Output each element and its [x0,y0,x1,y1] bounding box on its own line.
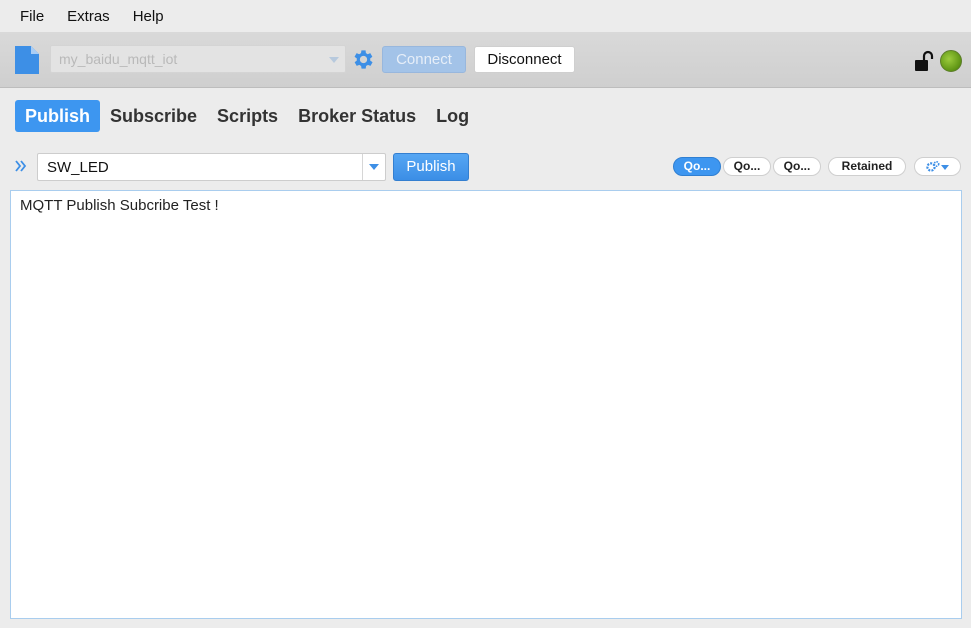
connect-button[interactable]: Connect [382,46,466,73]
menu-help[interactable]: Help [133,8,164,25]
menu-bar: File Extras Help [0,0,971,32]
connection-status-indicator [940,50,962,72]
connection-profile-select[interactable]: my_baidu_mqtt_iot [50,45,346,73]
menu-file[interactable]: File [20,8,44,25]
tab-publish[interactable]: Publish [15,100,101,132]
message-payload-editor[interactable] [10,190,962,619]
chevron-down-icon [329,57,339,63]
topic-dropdown-button[interactable] [362,154,385,180]
qos1-button[interactable]: Qo... [723,157,771,176]
gears-dropdown-icon [925,160,949,172]
main-tabs: Publish Subscribe Scripts Broker Status … [15,100,479,132]
retained-button[interactable]: Retained [828,157,906,176]
double-chevron-right-icon[interactable] [14,159,28,173]
publish-options-button[interactable] [914,157,961,176]
publish-button[interactable]: Publish [393,153,469,181]
tab-subscribe[interactable]: Subscribe [100,100,207,132]
qos0-button[interactable]: Qo... [673,157,721,176]
tab-log[interactable]: Log [426,100,479,132]
tab-scripts[interactable]: Scripts [207,100,288,132]
chevron-down-icon [369,164,379,170]
tab-broker-status[interactable]: Broker Status [288,100,426,132]
disconnect-button[interactable]: Disconnect [474,46,575,73]
unlock-icon [915,50,934,71]
topic-combobox[interactable] [37,153,386,181]
connection-profile-value: my_baidu_mqtt_iot [59,51,178,67]
qos2-button[interactable]: Qo... [773,157,821,176]
document-icon[interactable] [14,45,40,75]
connection-toolbar: my_baidu_mqtt_iot Connect Disconnect [0,32,971,88]
topic-input[interactable] [38,154,363,180]
menu-extras[interactable]: Extras [67,8,110,25]
gear-icon[interactable] [351,47,376,72]
